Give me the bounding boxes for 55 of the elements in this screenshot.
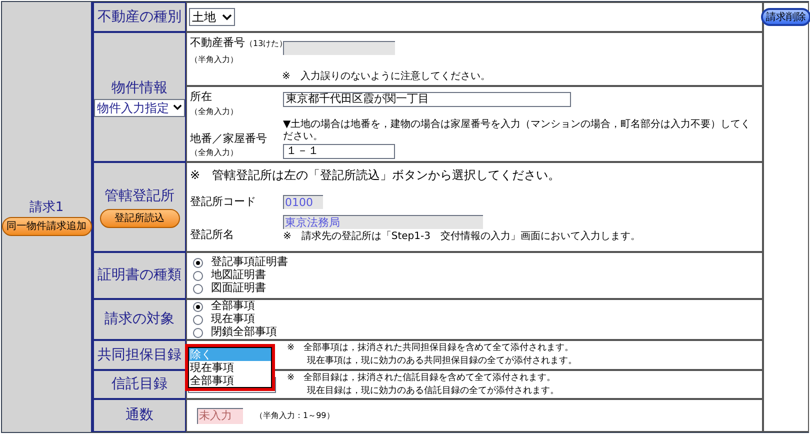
- note-text: ※ 全部目録は，抹消された信託目録を含めて全て添付されます。: [287, 372, 557, 385]
- dropdown[interactable]: 物件入力指定: [94, 98, 185, 116]
- instruction-text: ※ 管轄登記所は左の「登記所読込」ボタンから選択してください。: [190, 167, 562, 184]
- hint-text: （全角入力）: [190, 147, 239, 159]
- radio-label: 現在事項: [211, 311, 255, 326]
- field-label: 地番／家屋番号: [190, 130, 268, 146]
- radio-label: 地図証明書: [211, 267, 266, 282]
- hint-text: （13けた）: [245, 38, 288, 50]
- field-label: 信託目録: [112, 375, 168, 394]
- delete-request-button[interactable]: 請求削除: [761, 8, 810, 26]
- hint-text: （全角入力）: [190, 106, 239, 118]
- hint-text: （半角入力）: [190, 54, 239, 66]
- note-text: ※ 請求先の登記所は「Step1-3 交付情報の入力」画面において入力します。: [283, 230, 640, 244]
- location-field[interactable]: 東京都千代田区霞が関一丁目: [283, 92, 571, 107]
- hint-text: （半角入力：1～99）: [255, 410, 334, 422]
- radio-button[interactable]: [193, 284, 203, 294]
- field-label: 請求の対象: [104, 310, 174, 329]
- note-text: ※ 全部事項は，抹消された共同担保目録を含めて全て添付されます。: [287, 342, 575, 355]
- field-label: 登記所名: [190, 227, 235, 243]
- dropdown-option[interactable]: 全部事項: [189, 374, 271, 387]
- dropdown[interactable]: 土地: [189, 8, 235, 26]
- dropdown-option[interactable]: 現在事項: [189, 361, 271, 374]
- field-label: 不動産番号: [190, 35, 245, 51]
- radio-button[interactable]: [193, 258, 203, 268]
- number-field[interactable]: [283, 41, 395, 55]
- field-label: 登記所コード: [190, 194, 257, 210]
- radio-button[interactable]: [193, 314, 203, 324]
- field-label: 証明書の種類: [98, 266, 182, 285]
- radio-label: 閉鎖全部事項: [211, 324, 277, 340]
- load-registry-button[interactable]: 登記所読込: [100, 209, 180, 228]
- note-text: 現在目録は，現に効力のある信託目録の全てが添付されます。: [306, 385, 559, 398]
- request-title: 請求1: [29, 198, 64, 217]
- note-text: 現在事項は，現に効力のある共同担保目録の全てが添付されます。: [306, 355, 577, 368]
- lot-number-field[interactable]: １－１: [283, 144, 395, 159]
- add-request-button[interactable]: 同一物件請求追加: [2, 217, 92, 236]
- registry-name-field: 東京法務局: [283, 214, 483, 228]
- field-label: 不動産の種別: [98, 8, 182, 26]
- radio-label: 全部事項: [211, 298, 255, 313]
- radio-label: 図面証明書: [211, 280, 266, 296]
- registry-code-field: 0100: [283, 195, 323, 210]
- instruction-text: ▼土地の場合は地番を，建物の場合は家屋番号を入力（マンションの場合，町名部分は入力不要）してください。: [283, 118, 752, 143]
- radio-label: 登記事項証明書: [211, 254, 288, 269]
- warning-text: ※ 入力誤りのないように注意してください。: [282, 70, 492, 84]
- dropdown-list[interactable]: 除く 現在事項 全部事項: [185, 344, 275, 391]
- radio-button[interactable]: [193, 328, 203, 338]
- field-label: 通数: [126, 406, 154, 425]
- chevron-down-icon: [222, 14, 232, 20]
- radio-button[interactable]: [193, 270, 203, 280]
- radio-button[interactable]: [193, 302, 203, 312]
- field-label: 管轄登記所: [104, 187, 174, 206]
- copies-field[interactable]: 未入力: [197, 408, 243, 424]
- field-label: 共同担保目録: [98, 346, 182, 364]
- field-label: 所在: [190, 89, 213, 105]
- chevron-down-icon: [173, 104, 182, 111]
- field-label: 物件情報: [112, 78, 168, 98]
